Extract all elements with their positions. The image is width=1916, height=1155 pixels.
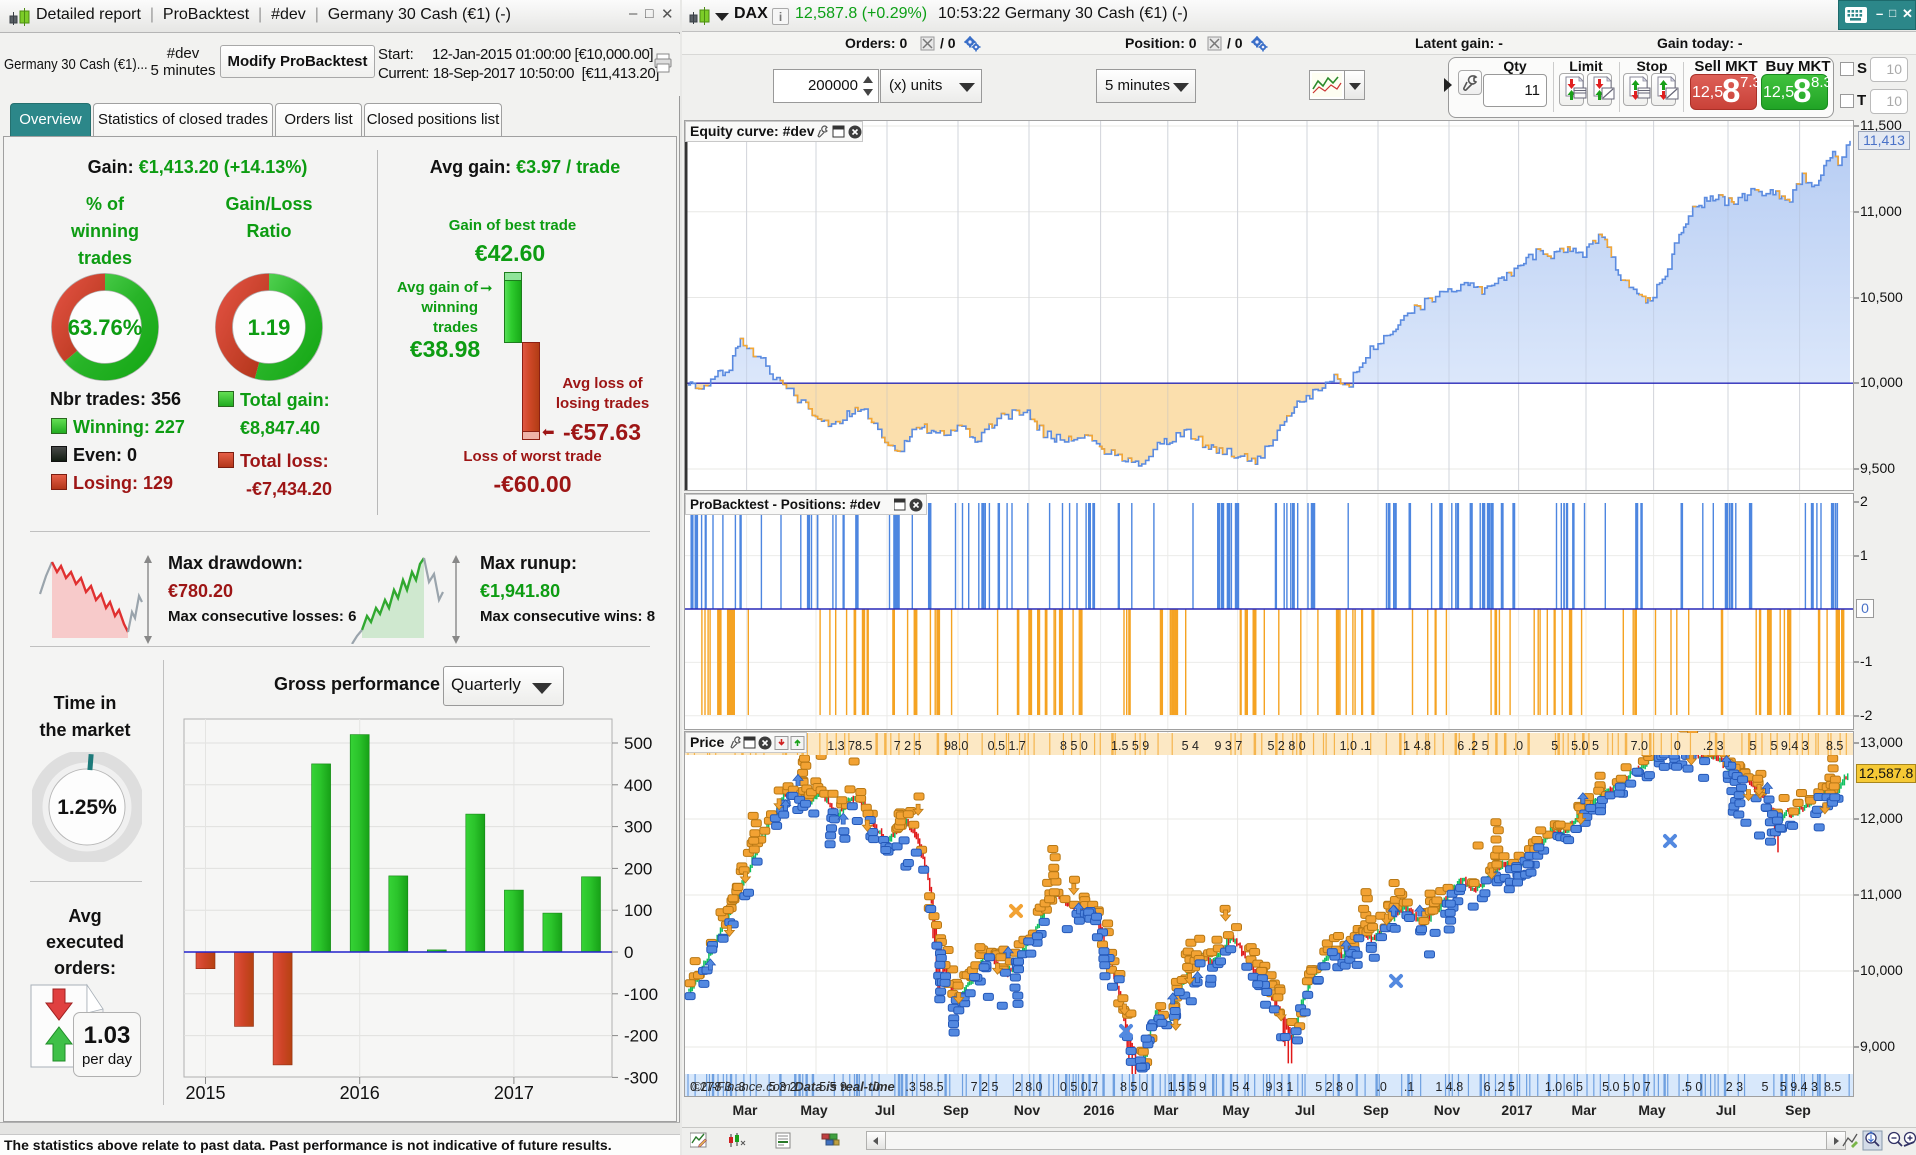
svg-text:0: 0 (624, 943, 633, 962)
svg-text:8 5 0: 8 5 0 (1060, 739, 1088, 753)
svg-text:-200: -200 (624, 1027, 658, 1046)
svg-text:-300: -300 (624, 1068, 658, 1087)
svg-text:300: 300 (624, 818, 652, 837)
svg-text:6 .2 5: 6 .2 5 (1484, 1080, 1515, 1094)
svg-text:.3 58.5: .3 58.5 (905, 1080, 943, 1094)
svg-text:200: 200 (624, 859, 652, 878)
svg-text:63.76%: 63.76% (68, 315, 143, 340)
svg-text:7.0: 7.0 (1631, 739, 1648, 753)
svg-text:.1: .1 (1404, 1080, 1414, 1094)
svg-text:5 9.4 3: 5 9.4 3 (1780, 1080, 1818, 1094)
svg-text:6 .2 5: 6 .2 5 (1457, 739, 1488, 753)
svg-text:5: 5 (1749, 739, 1756, 753)
svg-text:.0: .0 (1513, 739, 1523, 753)
svg-text:1 4.8: 1 4.8 (1435, 1080, 1463, 1094)
svg-text:-100: -100 (624, 985, 658, 1004)
svg-text:1.5 5 9: 1.5 5 9 (1168, 1080, 1206, 1094)
svg-text:5 9.4 3: 5 9.4 3 (1770, 739, 1808, 753)
svg-text:98.0: 98.0 (944, 739, 968, 753)
svg-text:5.0 5 0 7: 5.0 5 0 7 (1602, 1080, 1651, 1094)
svg-text:1.25%: 1.25% (57, 796, 117, 819)
svg-text:2015: 2015 (185, 1083, 225, 1100)
svg-text:8.5: 8.5 (1826, 739, 1843, 753)
svg-text:100: 100 (624, 901, 652, 920)
svg-text:7 2 5: 7 2 5 (971, 1080, 999, 1094)
svg-text:0.5 1.7: 0.5 1.7 (988, 739, 1026, 753)
svg-text:.5 0: .5 0 (1681, 1080, 1702, 1094)
svg-text:5 4: 5 4 (1182, 739, 1199, 753)
svg-text:1.3 78.5: 1.3 78.5 (827, 739, 872, 753)
svg-text:2017: 2017 (494, 1083, 534, 1100)
svg-text:0: 0 (1674, 739, 1681, 753)
svg-text:0 5 0.7: 0 5 0.7 (1060, 1080, 1098, 1094)
svg-text:9 3 1: 9 3 1 (1265, 1080, 1293, 1094)
svg-text:.2 3: .2 3 (1703, 739, 1724, 753)
svg-text:©IT-Finance.com Data is real-t: ©IT-Finance.com Data is real-time (692, 1079, 895, 1094)
svg-text:5 2 8 0: 5 2 8 0 (1315, 1080, 1353, 1094)
svg-text:2 8.0: 2 8.0 (1015, 1080, 1043, 1094)
svg-text:5: 5 (1761, 1080, 1768, 1094)
svg-text:1.0 6 5: 1.0 6 5 (1545, 1080, 1583, 1094)
svg-text:7 2 5: 7 2 5 (894, 739, 922, 753)
svg-text:5 4: 5 4 (1232, 1080, 1249, 1094)
svg-text:5.0 5: 5.0 5 (1571, 739, 1599, 753)
svg-text:2 3: 2 3 (1726, 1080, 1743, 1094)
svg-text:8 5 0: 8 5 0 (1120, 1080, 1148, 1094)
svg-text:500: 500 (624, 734, 652, 753)
svg-text:1.5 5 9: 1.5 5 9 (1111, 739, 1149, 753)
svg-text:1 4.8: 1 4.8 (1403, 739, 1431, 753)
svg-text:9 3 7: 9 3 7 (1215, 739, 1243, 753)
svg-text:1.19: 1.19 (248, 315, 291, 340)
svg-text:5: 5 (1551, 739, 1558, 753)
svg-text:2016: 2016 (340, 1083, 380, 1100)
svg-text:.0: .0 (1376, 1080, 1386, 1094)
svg-text:400: 400 (624, 776, 652, 795)
svg-text:8.5: 8.5 (1824, 1080, 1841, 1094)
svg-text:5 2 8 0: 5 2 8 0 (1267, 739, 1305, 753)
svg-text:1.0 .1: 1.0 .1 (1340, 739, 1371, 753)
